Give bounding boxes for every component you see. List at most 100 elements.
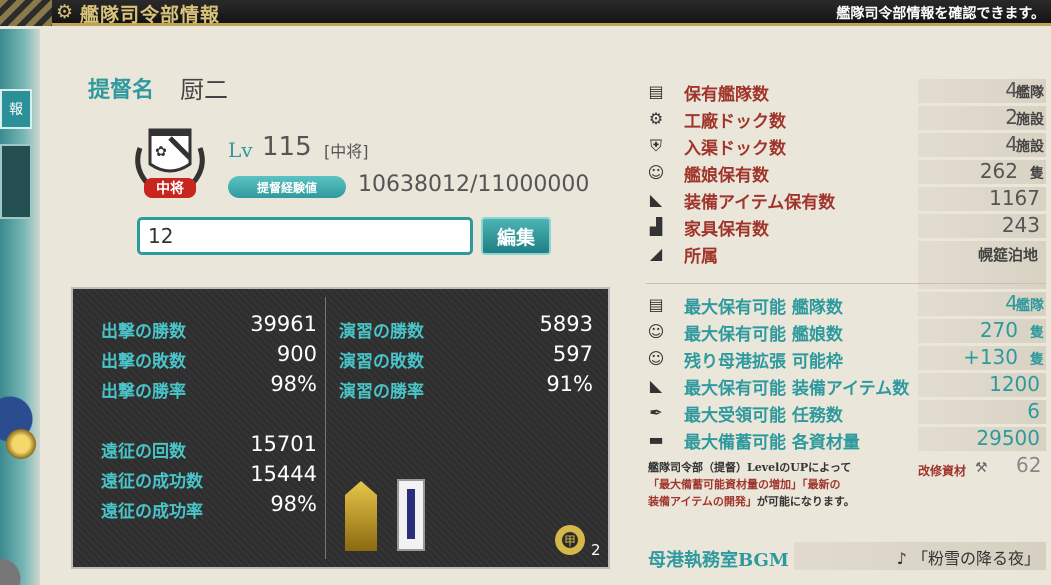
stat-label: 家具保有数: [684, 220, 769, 240]
sortie-losses-label: 出撃の敗数: [101, 352, 186, 372]
comment-input[interactable]: [137, 217, 473, 255]
exp-badge: 提督経験値: [228, 176, 346, 198]
screw-icon: ⚒: [975, 460, 988, 476]
affiliation-value: 幌筵泊地: [977, 246, 1038, 264]
sidebar-tab-info[interactable]: 報: [0, 89, 32, 129]
exercise-losses-value: 597: [552, 342, 593, 366]
max-fleets: ▤ 最大保有可能 艦隊数 4 艦隊: [646, 291, 1046, 318]
max-quests: ✒ 最大受領可能 任務数 6: [646, 399, 1046, 426]
improvement-material-label: 改修資材: [918, 464, 967, 478]
expedition-count-value: 15701: [250, 432, 317, 456]
koh-medal-count: 2: [591, 541, 601, 559]
rank-text: [中将]: [324, 142, 369, 161]
page-subtitle: 艦隊司令部情報を確認できます。: [836, 6, 1045, 22]
left-sidebar: 報: [0, 29, 40, 585]
stat-value: 6: [1027, 399, 1040, 423]
exercise-rate-value: 91%: [546, 372, 593, 396]
stat-value: 1167: [989, 186, 1040, 210]
note-line-2: 「最大備蓄可能資材量の増加」「最新の: [648, 478, 841, 491]
bgm-label: 母港執務室BGM: [648, 550, 789, 571]
expedition-rate-label: 遠征の成功率: [101, 502, 203, 522]
bgm-selector[interactable]: ♪ 「粉雪の降る夜」: [794, 542, 1046, 570]
stat-furniture: ▟ 家具保有数 243: [646, 213, 1046, 240]
level-up-note: 艦隊司令部（提督）LevelのUPによって 「最大備蓄可能資材量の増加」「最新の…: [648, 459, 910, 510]
stat-label: 最大備蓄可能 各資材量: [684, 433, 860, 453]
blank-value-box: [918, 265, 1046, 289]
shield-icon: ⛨: [649, 136, 662, 155]
stat-label: 艦娘保有数: [684, 166, 769, 186]
stat-construction-docks: ⚙ 工廠ドック数 2 施設: [646, 105, 1046, 132]
quill-icon: ✒: [649, 403, 663, 422]
stat-unit: 艦隊: [1016, 298, 1044, 314]
bgm-value: ♪ 「粉雪の降る夜」: [897, 545, 1040, 569]
stat-label: 工廠ドック数: [684, 112, 786, 132]
stat-unit: 施設: [1016, 139, 1044, 155]
stat-label: 装備アイテム保有数: [684, 193, 836, 213]
stat-value: 1200: [989, 372, 1040, 396]
base-icon: ◢: [649, 244, 663, 263]
girl-icon: ☺: [647, 163, 665, 182]
note-line-3: 装備アイテムの開発」: [648, 495, 757, 508]
sortie-losses-value: 900: [276, 342, 317, 366]
battle-record-panel: 出撃の勝数 39961 出撃の敗数 900 出撃の勝率 98% 演習の勝数 58…: [71, 287, 610, 569]
stat-value: 270: [979, 318, 1018, 342]
stat-shipgirls: ☺ 艦娘保有数 262 隻: [646, 159, 1046, 186]
sortie-wins-value: 39961: [250, 312, 317, 336]
girl-icon: ☺: [647, 349, 665, 368]
stat-label: 最大保有可能 艦娘数: [684, 325, 843, 345]
admiral-name-label: 提督名: [88, 77, 155, 103]
sidebar-tab-label: 報: [9, 102, 23, 118]
stat-unit: 隻: [1030, 325, 1044, 341]
stat-fleets: ▤ 保有艦隊数 4 艦隊: [646, 78, 1046, 105]
stat-label: 最大保有可能 装備アイテム数: [684, 379, 910, 399]
note-line-3b: が可能になります。: [756, 495, 855, 508]
max-equipment: ◣ 最大保有可能 装備アイテム数 1200: [646, 372, 1046, 399]
stat-label: 最大保有可能 艦隊数: [684, 298, 843, 318]
bgm-title: 「粉雪の降る夜」: [911, 549, 1040, 568]
page-title: 艦隊司令部情報: [80, 4, 221, 26]
expedition-rate-value: 98%: [270, 492, 317, 516]
sortie-rate-label: 出撃の勝率: [101, 382, 186, 402]
stat-unit: 隻: [1030, 352, 1044, 368]
sortie-rate-value: 98%: [270, 372, 317, 396]
max-resources: ▬ 最大備蓄可能 各資材量 29500: [646, 426, 1046, 453]
stat-equipment: ◣ 装備アイテム保有数 1167: [646, 186, 1046, 213]
exercise-rate-label: 演習の勝率: [339, 382, 424, 402]
stat-affiliation: ◢ 所属 幌筵泊地: [646, 241, 1046, 267]
stat-label: 入渠ドック数: [684, 139, 786, 159]
medal-icon: [6, 429, 36, 459]
exp-value: 10638012/11000000: [358, 172, 590, 197]
expedition-success-value: 15444: [250, 462, 317, 486]
title-bar: ⚙ 艦隊司令部情報 艦隊司令部情報を確認できます。: [0, 0, 1051, 26]
remaining-expansion: ☺ 残り母港拡張 可能枠 +130 隻: [646, 345, 1046, 372]
rank-badge-text: 中将: [156, 180, 184, 197]
stat-unit: 艦隊: [1016, 85, 1044, 101]
section-divider: [646, 283, 1046, 284]
dial-icon[interactable]: [0, 559, 34, 585]
music-note-icon: ♪: [896, 549, 907, 568]
equipment-icon: ◣: [649, 376, 663, 395]
expedition-success-label: 遠征の成功数: [101, 472, 203, 492]
stat-label: 残り母港拡張 可能枠: [684, 352, 843, 372]
equipment-icon: ◣: [649, 190, 663, 209]
stat-repair-docks: ⛨ 入渠ドック数 4 施設: [646, 132, 1046, 159]
admiral-name: 厨二: [180, 76, 228, 104]
koh-medal-icon: 甲: [555, 525, 585, 555]
stat-value: 262: [979, 159, 1018, 183]
improvement-material-value: 62: [1016, 453, 1042, 477]
stat-value: +130: [963, 345, 1018, 369]
level-value: 115: [262, 132, 312, 162]
stat-value: 29500: [976, 426, 1040, 450]
title-decoration: [0, 0, 52, 26]
level-label: Lv: [228, 138, 253, 162]
edit-button[interactable]: 編集: [481, 217, 551, 255]
fleet-icon: ▤: [648, 295, 664, 314]
note-line-1: 艦隊司令部（提督）LevelのUPによって: [648, 461, 852, 474]
stat-label: 所属: [684, 247, 718, 267]
fleet-icon: ▤: [648, 82, 664, 101]
rank-emblem-icon: ✿ 中将: [135, 128, 205, 198]
ribbon-medal-icon: [397, 479, 425, 551]
gear-icon: ⚙: [56, 1, 74, 23]
sidebar-tab-dark[interactable]: [0, 144, 32, 219]
record-divider: [325, 297, 326, 559]
